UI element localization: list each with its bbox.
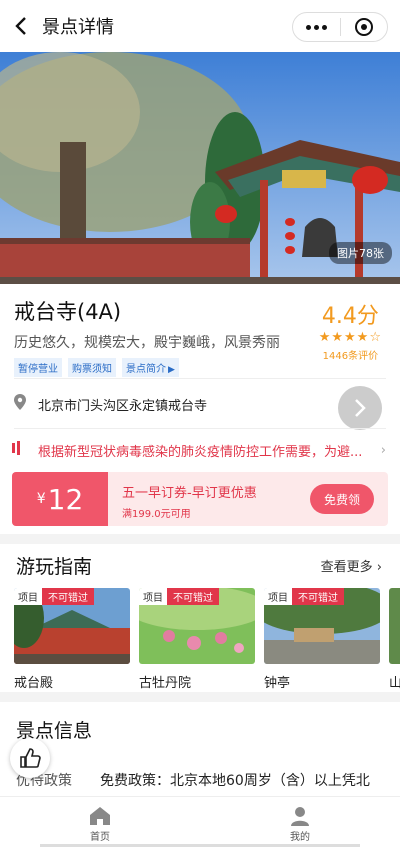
currency-symbol: ¥: [36, 491, 46, 507]
guide-card[interactable]: 项目 不可错过 钟亭: [264, 588, 380, 691]
navigate-button[interactable]: [338, 386, 382, 430]
more-dots-icon: [305, 24, 327, 30]
tab-indicator: [40, 844, 136, 847]
claim-coupon-button[interactable]: 免费领: [310, 484, 374, 514]
user-icon: [291, 806, 309, 826]
card-image: [389, 588, 400, 664]
tab-mine[interactable]: 我的: [200, 797, 400, 851]
tab-home-label: 首页: [90, 831, 110, 843]
card-type: 项目: [264, 588, 292, 605]
bottom-tab-bar: 首页 我的: [0, 796, 400, 851]
guide-card[interactable]: 项目 不可错过 戒台殿: [14, 588, 130, 691]
rating-score: 4.4分: [321, 304, 379, 329]
guide-card[interactable]: 山: [389, 588, 400, 691]
tag-status: 暂停营业: [14, 358, 62, 377]
card-name: 戒台殿: [14, 676, 54, 691]
play-arrow-icon: ▶: [168, 365, 175, 375]
card-image: 项目 不可错过: [139, 588, 255, 664]
coupon-card: ¥ 12 五一早订券-早订更优惠 满199.0元可用 免费领: [12, 472, 388, 526]
tag-ticket-notice[interactable]: 购票须知: [68, 358, 116, 377]
thumbs-up-icon: [20, 748, 41, 768]
target-icon: [354, 18, 373, 36]
card-badge: 不可错过: [167, 588, 219, 605]
top-bar: 景点详情: [0, 0, 400, 52]
notice-text: 根据新型冠状病毒感染的肺炎疫情防控工作需要，为避...: [38, 444, 363, 460]
tab-home[interactable]: 首页: [0, 797, 200, 851]
megaphone-icon: [12, 440, 28, 460]
rating-block[interactable]: 4.4分 ★★★★☆ 1446条评价: [319, 298, 382, 362]
see-more-link[interactable]: 查看更多 ›: [321, 556, 382, 575]
card-name: 古牡丹院: [139, 676, 192, 691]
guide-card[interactable]: 项目 不可错过 古牡丹院: [139, 588, 255, 691]
see-more-label: 查看更多: [320, 560, 373, 575]
tab-mine-label: 我的: [290, 831, 310, 843]
chevron-right-icon: ›: [380, 442, 386, 458]
card-name: 山: [389, 676, 400, 691]
more-menu-button[interactable]: [293, 24, 340, 30]
guide-section-title: 游玩指南: [16, 556, 93, 578]
tag-intro-label: 景点简介: [126, 364, 166, 375]
policy-value: 免费政策：北京本地60周岁（含）以上凭北: [100, 773, 370, 789]
page-title: 景点详情: [42, 17, 114, 38]
card-labels: 项目 不可错过: [139, 588, 219, 605]
card-name: 钟亭: [264, 676, 291, 691]
close-mini-program-button[interactable]: [341, 18, 388, 36]
notice-row[interactable]: 根据新型冠状病毒感染的肺炎疫情防控工作需要，为避... ›: [0, 432, 400, 468]
coupon-amount: ¥ 12: [12, 472, 108, 526]
back-arrow-icon[interactable]: [10, 15, 32, 37]
card-type: 项目: [14, 588, 42, 605]
location-pin-icon: [14, 394, 26, 414]
photo-count-badge[interactable]: 图片78张: [329, 242, 392, 264]
star-rating-icon: ★★★★☆: [318, 330, 382, 345]
card-badge: 不可错过: [292, 588, 344, 605]
coupon-value: 12: [47, 482, 84, 516]
tab-indicator: [264, 844, 360, 847]
home-icon: [90, 806, 110, 825]
mini-program-capsule: [292, 12, 388, 42]
chevron-right-icon: ›: [376, 560, 382, 575]
card-image: 项目 不可错过: [264, 588, 380, 664]
card-badge: 不可错过: [42, 588, 94, 605]
tab-indicator: [136, 844, 264, 847]
tag-intro[interactable]: 景点简介 ▶: [122, 358, 179, 377]
chevron-right-icon: [355, 399, 366, 417]
card-labels: 项目 不可错过: [264, 588, 344, 605]
address-text: 北京市门头沟区永定镇戒台寺: [38, 398, 208, 414]
card-image: 项目 不可错过: [14, 588, 130, 664]
spot-info: 戒台寺(4A) 历史悠久，规模宏大，殿宇巍峨，风景秀丽 暂停营业 购票须知 景点…: [0, 284, 400, 377]
guide-cards: 项目 不可错过 戒台殿 项目 不可错过 古牡丹院 项目 不可错过 钟亭 山: [14, 588, 400, 691]
card-type: 项目: [139, 588, 167, 605]
like-button[interactable]: [10, 738, 50, 778]
card-labels: 项目 不可错过: [14, 588, 94, 605]
review-count: 1446条评价: [322, 351, 379, 362]
hero-image[interactable]: 图片78张: [0, 52, 400, 284]
